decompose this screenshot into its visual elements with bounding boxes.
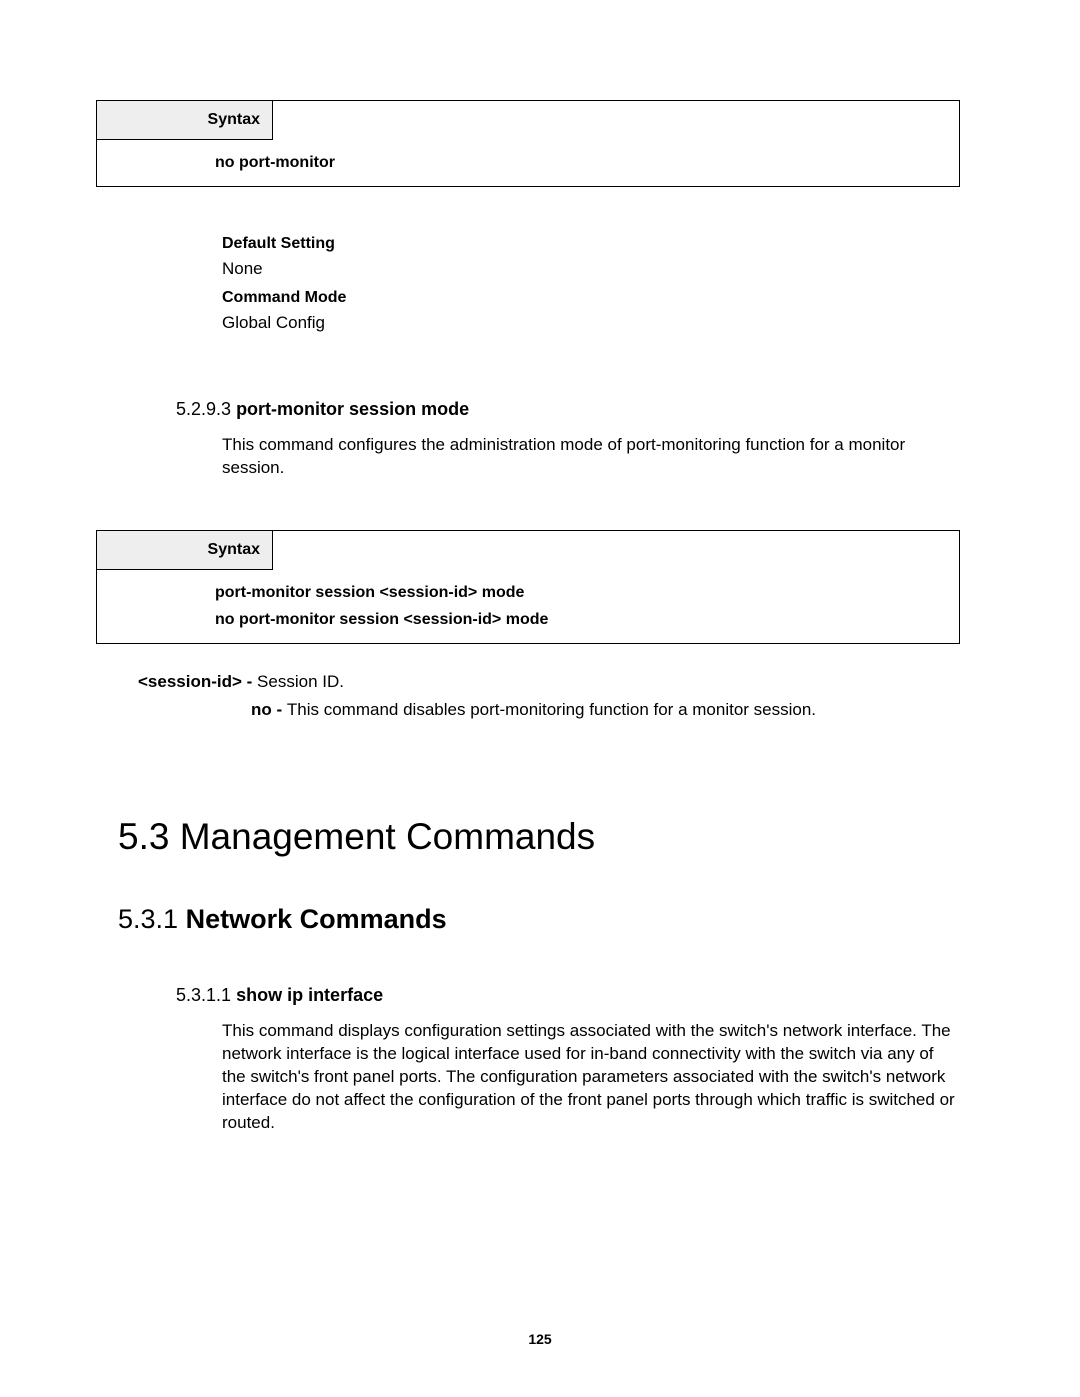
- subsection-5-3-1-heading: 5.3.1 Network Commands: [118, 904, 960, 935]
- command-mode-label: Command Mode: [222, 289, 960, 307]
- subsection-5-3-1-1-heading: 5.3.1.1 show ip interface: [176, 985, 960, 1006]
- param-session-id-term: <session-id> -: [138, 672, 257, 691]
- default-setting-label: Default Setting: [222, 235, 960, 253]
- page-number: 125: [0, 1331, 1080, 1347]
- param-no-desc: This command disables port-monitoring fu…: [287, 700, 816, 719]
- subsection-5-2-9-3-num: 5.2.9.3: [176, 399, 231, 419]
- subsection-5-3-1-num: 5.3.1: [118, 904, 178, 934]
- syntax-box-1-line-0: no port-monitor: [215, 150, 941, 176]
- syntax-box-1-header: Syntax: [97, 101, 273, 140]
- subsection-5-3-1-1-para: This command displays configuration sett…: [222, 1020, 960, 1135]
- subsection-5-3-1-1-num: 5.3.1.1: [176, 985, 231, 1005]
- param-session-id-desc: Session ID.: [257, 672, 344, 691]
- param-session-id: <session-id> - Session ID.: [138, 672, 960, 692]
- syntax-box-2: Syntax port-monitor session <session-id>…: [96, 530, 960, 644]
- subsection-5-2-9-3-title: port-monitor session mode: [236, 399, 469, 419]
- syntax-box-2-line-1: no port-monitor session <session-id> mod…: [215, 607, 941, 633]
- syntax-box-1-body: no port-monitor: [97, 140, 959, 186]
- section-5-3-heading: 5.3 Management Commands: [118, 816, 960, 858]
- subsection-5-3-1-1-title: show ip interface: [236, 985, 383, 1005]
- syntax-box-2-body: port-monitor session <session-id> mode n…: [97, 570, 959, 643]
- syntax-box-1: Syntax no port-monitor: [96, 100, 960, 187]
- syntax-box-2-header: Syntax: [97, 531, 273, 570]
- subsection-5-2-9-3-para: This command configures the administrati…: [222, 434, 960, 480]
- subsection-5-2-9-3-heading: 5.2.9.3 port-monitor session mode: [176, 399, 960, 420]
- syntax-box-2-line-0: port-monitor session <session-id> mode: [215, 580, 941, 606]
- command-mode-value: Global Config: [222, 313, 960, 333]
- subsection-5-3-1-title: Network Commands: [186, 904, 447, 934]
- default-setting-value: None: [222, 259, 960, 279]
- param-no: no - This command disables port-monitori…: [251, 700, 960, 720]
- param-no-term: no -: [251, 700, 287, 719]
